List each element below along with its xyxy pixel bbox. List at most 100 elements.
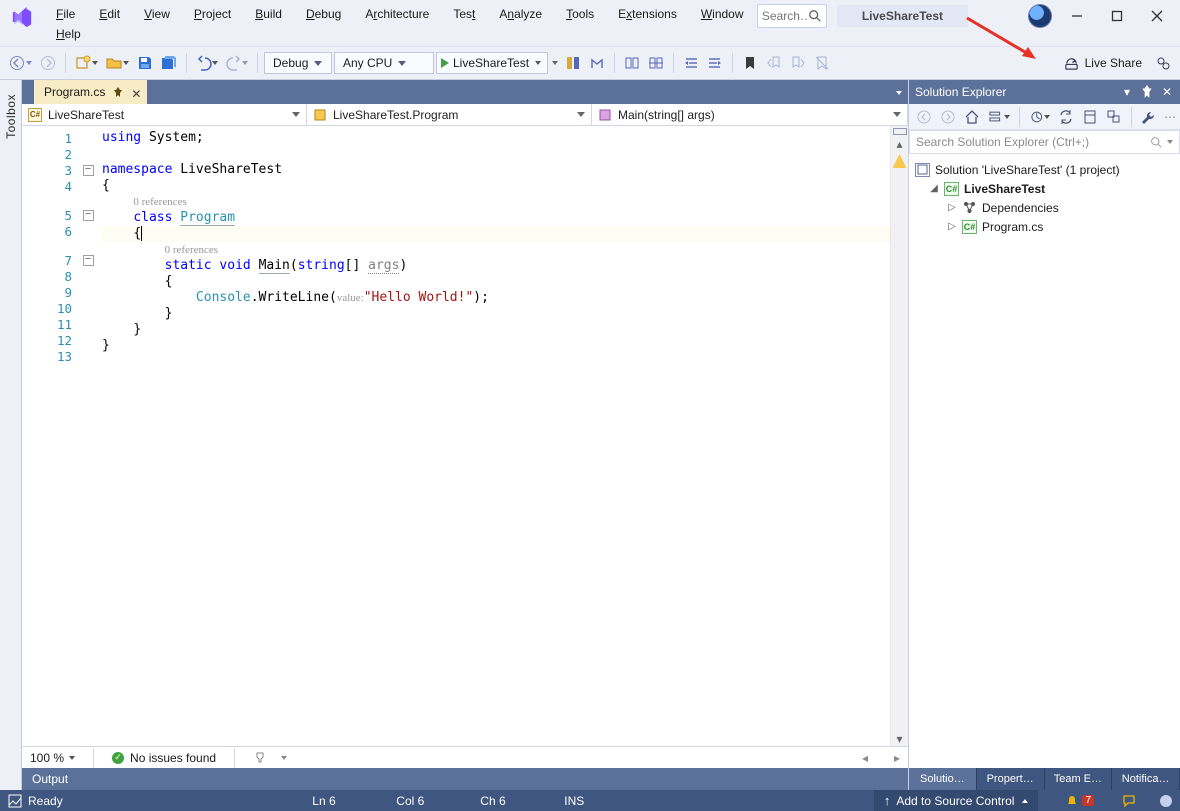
- tree-project-node[interactable]: ◢ C# LiveShareTest: [915, 179, 1174, 198]
- code-editor[interactable]: 1 2 3 4 5 6 7 8 9 10 11 12 13: [22, 126, 908, 746]
- menu-tools[interactable]: Tools: [554, 4, 606, 24]
- menu-build[interactable]: Build: [243, 4, 294, 24]
- background-tasks-indicator[interactable]: [1160, 795, 1172, 807]
- document-tabwell: Program.cs ✕: [22, 80, 908, 104]
- issues-indicator[interactable]: ✓ No issues found: [112, 751, 216, 765]
- sol-properties-button[interactable]: [1138, 106, 1160, 128]
- panel-options-button[interactable]: ▾: [1120, 85, 1134, 99]
- menu-view[interactable]: View: [132, 4, 182, 24]
- code-text[interactable]: using System; namespace LiveShareTest { …: [96, 126, 908, 746]
- status-char: Ch 6: [480, 794, 540, 808]
- save-button[interactable]: [134, 52, 156, 74]
- tab-solution-explorer[interactable]: Solutio…: [909, 768, 977, 790]
- tree-dependencies-node[interactable]: ▷ Dependencies: [915, 198, 1174, 217]
- sol-forward-button[interactable]: [937, 106, 959, 128]
- warning-indicator-icon[interactable]: [893, 154, 907, 168]
- menu-test[interactable]: Test: [441, 4, 487, 24]
- menu-debug[interactable]: Debug: [294, 4, 353, 24]
- line-number-gutter: 1 2 3 4 5 6 7 8 9 10 11 12 13: [22, 126, 80, 746]
- nav-project-combo[interactable]: C# LiveShareTest: [22, 104, 307, 125]
- nav-member-combo[interactable]: Main(string[] args): [592, 104, 908, 125]
- check-icon: ✓: [112, 752, 124, 764]
- toolbox-panel-tab[interactable]: Toolbox: [0, 80, 22, 790]
- solution-explorer-title-bar[interactable]: Solution Explorer ▾ ✕: [909, 80, 1180, 104]
- menu-architecture[interactable]: Architecture: [353, 4, 441, 24]
- expand-arrow-icon[interactable]: ▷: [947, 202, 957, 213]
- zoom-combo[interactable]: 100 %: [30, 751, 75, 765]
- nav-back-button[interactable]: [6, 52, 35, 74]
- menu-analyze[interactable]: Analyze: [487, 4, 554, 24]
- new-project-button[interactable]: [72, 52, 101, 74]
- step-button-1[interactable]: [562, 52, 584, 74]
- sol-back-button[interactable]: [913, 106, 935, 128]
- add-source-control-button[interactable]: ↑ Add to Source Control: [874, 790, 1039, 811]
- outlining-margin[interactable]: [80, 126, 96, 746]
- split-handle-icon[interactable]: [893, 128, 907, 135]
- sol-sync-button[interactable]: [1055, 106, 1077, 128]
- save-all-button[interactable]: [158, 52, 180, 74]
- nav-forward-button[interactable]: [37, 52, 59, 74]
- feedback-button[interactable]: [1152, 52, 1174, 74]
- scroll-right-button[interactable]: ▸: [894, 751, 900, 765]
- editor-scroll-rail[interactable]: ▴ ▾: [890, 126, 908, 746]
- sol-refresh-button[interactable]: [1079, 106, 1101, 128]
- expand-arrow-icon[interactable]: ▷: [947, 221, 957, 232]
- tab-properties[interactable]: Propert…: [977, 768, 1045, 790]
- start-debug-button[interactable]: LiveShareTest: [436, 52, 548, 74]
- uncomment-button[interactable]: [645, 52, 667, 74]
- open-file-button[interactable]: [103, 52, 132, 74]
- menu-extensions[interactable]: Extensions: [606, 4, 689, 24]
- tab-notifications[interactable]: Notifica…: [1112, 768, 1180, 790]
- tab-overflow-button[interactable]: [896, 84, 902, 98]
- menu-project[interactable]: Project: [182, 4, 243, 24]
- sol-collapse-all-button[interactable]: [1103, 106, 1125, 128]
- solution-platform-combo[interactable]: Any CPU: [334, 52, 434, 74]
- expand-arrow-icon[interactable]: ◢: [929, 183, 939, 194]
- indent-button[interactable]: [704, 52, 726, 74]
- outdent-button[interactable]: [680, 52, 702, 74]
- tree-file-node[interactable]: ▷ C# Program.cs: [915, 217, 1174, 236]
- live-share-button[interactable]: Live Share: [1056, 51, 1150, 75]
- panel-close-button[interactable]: ✕: [1160, 85, 1174, 99]
- comment-out-button[interactable]: [621, 52, 643, 74]
- feedback-icon[interactable]: [1122, 794, 1136, 808]
- menu-edit[interactable]: Edit: [87, 4, 132, 24]
- solution-tree[interactable]: Solution 'LiveShareTest' (1 project) ◢ C…: [909, 154, 1180, 768]
- live-share-label: Live Share: [1085, 56, 1142, 70]
- menu-help[interactable]: Help: [44, 24, 93, 44]
- solution-config-combo[interactable]: Debug: [264, 52, 332, 74]
- output-panel-tab[interactable]: Output: [22, 768, 908, 790]
- toolbox-label: Toolbox: [4, 94, 18, 139]
- tab-team-explorer[interactable]: Team E…: [1045, 768, 1113, 790]
- step-button-2[interactable]: [586, 52, 608, 74]
- notifications-button[interactable]: 7: [1062, 795, 1098, 807]
- window-minimize-button[interactable]: [1062, 5, 1092, 27]
- solution-explorer-search[interactable]: Search Solution Explorer (Ctrl+;): [909, 130, 1180, 154]
- undo-button[interactable]: [193, 52, 221, 74]
- sol-pending-changes-filter-button[interactable]: [1026, 106, 1054, 128]
- sol-switch-views-button[interactable]: [985, 106, 1013, 128]
- autohide-pin-icon[interactable]: [1140, 85, 1154, 99]
- prev-bookmark-button[interactable]: [763, 52, 785, 74]
- close-tab-button[interactable]: ✕: [131, 87, 141, 97]
- pin-icon[interactable]: [113, 87, 123, 97]
- user-avatar[interactable]: [1028, 4, 1052, 28]
- redo-button[interactable]: [223, 52, 251, 74]
- bookmark-button[interactable]: [739, 52, 761, 74]
- scroll-down-icon[interactable]: ▾: [893, 732, 907, 746]
- sol-home-button[interactable]: [961, 106, 983, 128]
- window-maximize-button[interactable]: [1102, 5, 1132, 27]
- nav-type-combo[interactable]: LiveShareTest.Program: [307, 104, 592, 125]
- lightbulb-icon[interactable]: [253, 751, 267, 765]
- menu-window[interactable]: Window: [689, 4, 756, 24]
- window-close-button[interactable]: [1142, 5, 1172, 27]
- scroll-left-button[interactable]: ◂: [862, 751, 868, 765]
- menu-file[interactable]: File: [44, 4, 87, 24]
- tree-solution-node[interactable]: Solution 'LiveShareTest' (1 project): [915, 160, 1174, 179]
- status-ready-icon: [8, 794, 22, 808]
- next-bookmark-button[interactable]: [787, 52, 809, 74]
- quick-launch-search[interactable]: Search…: [757, 4, 827, 28]
- navigation-bar: C# LiveShareTest LiveShareTest.Program M…: [22, 104, 908, 126]
- doc-tab-program[interactable]: Program.cs ✕: [34, 80, 147, 104]
- clear-bookmarks-button[interactable]: [811, 52, 833, 74]
